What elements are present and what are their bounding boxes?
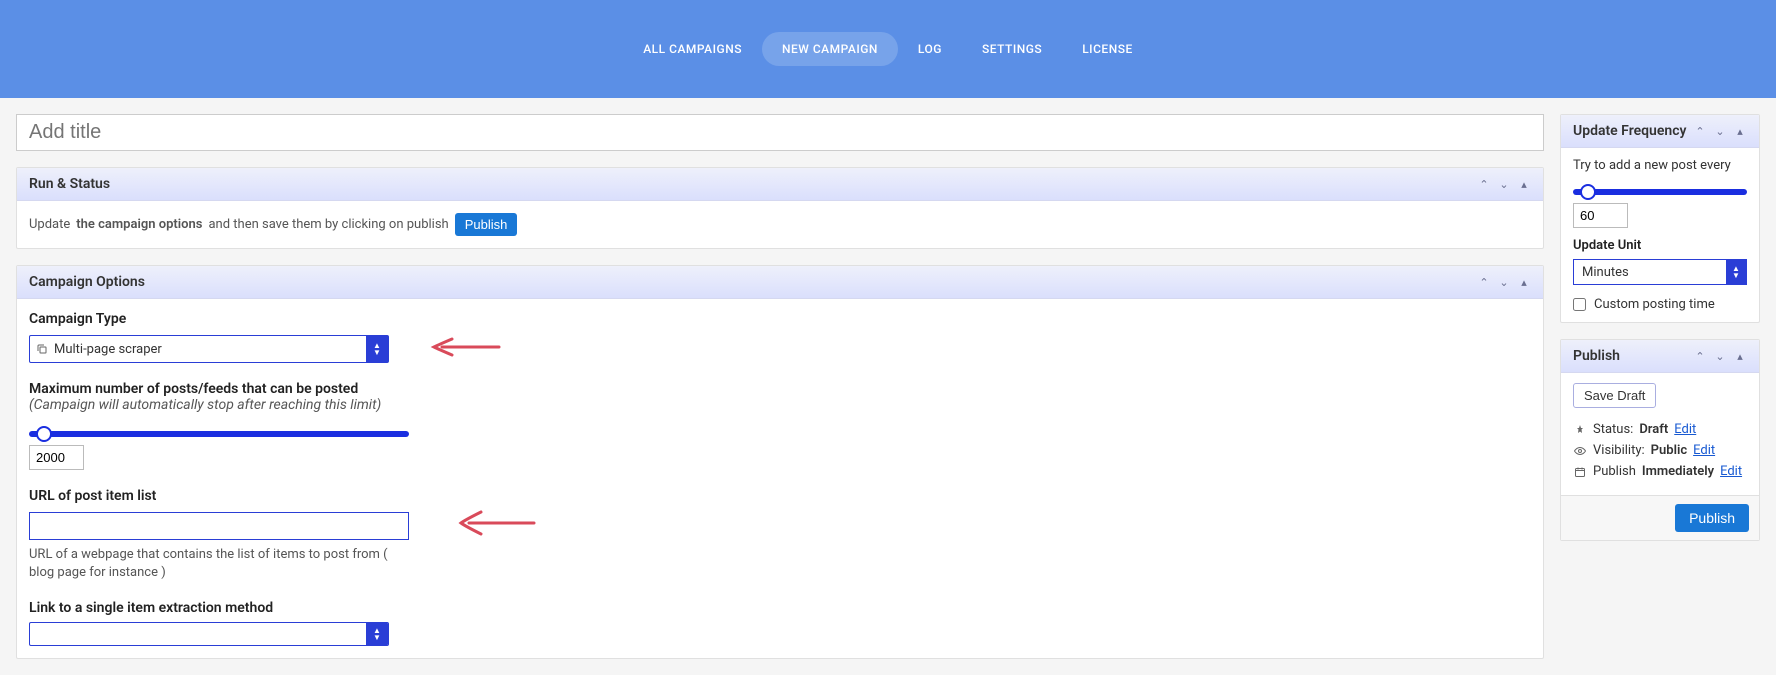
label-link-extraction: Link to a single item extraction method	[29, 600, 389, 616]
publish-button[interactable]: Publish	[1675, 504, 1749, 532]
label-custom-posting: Custom posting time	[1594, 297, 1715, 312]
status-update-prefix: Update	[29, 217, 70, 232]
panel-publish: Publish ⌃ ⌄ ▴ Save Draft Status: Draft E…	[1560, 339, 1760, 541]
updown-arrows-icon: ▲▼	[366, 623, 388, 645]
collapse-toggle-icon[interactable]: ▴	[1733, 124, 1747, 138]
collapse-toggle-icon[interactable]: ▴	[1517, 275, 1531, 289]
save-draft-button[interactable]: Save Draft	[1573, 383, 1656, 408]
slider-max-posts[interactable]	[29, 431, 409, 437]
panel-run-status: Run & Status ⌃ ⌄ ▴ Update the campaign o…	[16, 167, 1544, 249]
tab-license[interactable]: LICENSE	[1062, 32, 1153, 66]
annotation-arrow-icon	[449, 508, 529, 538]
select-update-unit[interactable]: Minutes ▲▼	[1573, 259, 1747, 285]
checkbox-custom-posting[interactable]	[1573, 298, 1586, 311]
chevron-up-icon[interactable]: ⌃	[1477, 275, 1491, 289]
label-campaign-type: Campaign Type	[29, 311, 389, 327]
tab-all-campaigns[interactable]: ALL CAMPAIGNS	[623, 32, 762, 66]
annotation-arrow-icon	[424, 335, 504, 365]
status-strong-text: the campaign options	[76, 217, 202, 232]
input-update-frequency[interactable]	[1573, 203, 1628, 228]
panel-title-run-status: Run & Status	[29, 176, 110, 192]
select-link-extraction[interactable]: ▲▼	[29, 622, 389, 646]
chevron-up-icon[interactable]: ⌃	[1693, 349, 1707, 363]
status-update-suffix: and then save them by clicking on publis…	[208, 217, 448, 232]
label-update-unit: Update Unit	[1573, 238, 1747, 253]
visibility-label: Visibility:	[1593, 443, 1645, 458]
input-url-post-list[interactable]	[29, 512, 409, 540]
edit-visibility-link[interactable]: Edit	[1693, 443, 1715, 458]
copy-pages-icon	[30, 336, 54, 362]
chevron-down-icon[interactable]: ⌄	[1497, 177, 1511, 191]
status-value: Draft	[1639, 422, 1668, 437]
select-link-extraction-value	[30, 623, 366, 645]
chevron-down-icon[interactable]: ⌄	[1497, 275, 1511, 289]
publish-time-label: Publish	[1593, 464, 1636, 479]
title-input[interactable]	[16, 114, 1544, 151]
panel-title-publish: Publish	[1573, 348, 1620, 364]
label-max-posts: Maximum number of posts/feeds that can b…	[29, 381, 409, 413]
calendar-icon	[1573, 465, 1587, 479]
select-campaign-type[interactable]: Multi-page scraper ▲▼	[29, 335, 389, 363]
edit-status-link[interactable]: Edit	[1674, 422, 1696, 437]
top-nav-bar: ALL CAMPAIGNS NEW CAMPAIGN LOG SETTINGS …	[0, 0, 1776, 98]
chevron-down-icon[interactable]: ⌄	[1713, 349, 1727, 363]
panel-campaign-options: Campaign Options ⌃ ⌄ ▴ Campaign Type Mul…	[16, 265, 1544, 659]
edit-publish-time-link[interactable]: Edit	[1720, 464, 1742, 479]
tab-new-campaign[interactable]: NEW CAMPAIGN	[762, 32, 898, 66]
inline-publish-button[interactable]: Publish	[455, 213, 518, 236]
pin-icon	[1573, 423, 1587, 437]
select-update-unit-value: Minutes	[1574, 260, 1726, 284]
slider-update-frequency[interactable]	[1573, 189, 1747, 195]
collapse-toggle-icon[interactable]: ▴	[1517, 177, 1531, 191]
chevron-up-icon[interactable]: ⌃	[1477, 177, 1491, 191]
label-try-add-post: Try to add a new post every	[1573, 158, 1747, 173]
chevron-down-icon[interactable]: ⌄	[1713, 124, 1727, 138]
panel-title-update-frequency: Update Frequency	[1573, 123, 1686, 139]
label-url-post-list: URL of post item list	[29, 488, 409, 504]
checkbox-custom-posting-row[interactable]: Custom posting time	[1573, 297, 1747, 312]
tab-settings[interactable]: SETTINGS	[962, 32, 1062, 66]
nav-tabs: ALL CAMPAIGNS NEW CAMPAIGN LOG SETTINGS …	[623, 32, 1153, 66]
updown-arrows-icon: ▲▼	[366, 336, 388, 362]
publish-time-value: Immediately	[1642, 464, 1714, 479]
updown-arrows-icon: ▲▼	[1726, 260, 1746, 284]
panel-update-frequency: Update Frequency ⌃ ⌄ ▴ Try to add a new …	[1560, 114, 1760, 323]
eye-icon	[1573, 444, 1587, 458]
panel-title-campaign-options: Campaign Options	[29, 274, 145, 290]
select-campaign-type-value: Multi-page scraper	[54, 336, 366, 362]
help-url-post-list: URL of a webpage that contains the list …	[29, 546, 409, 582]
hint-max-posts: (Campaign will automatically stop after …	[29, 397, 381, 413]
collapse-toggle-icon[interactable]: ▴	[1733, 349, 1747, 363]
status-label: Status:	[1593, 422, 1633, 437]
chevron-up-icon[interactable]: ⌃	[1693, 124, 1707, 138]
visibility-value: Public	[1651, 443, 1687, 458]
tab-log[interactable]: LOG	[898, 32, 962, 66]
input-max-posts[interactable]	[29, 445, 84, 470]
